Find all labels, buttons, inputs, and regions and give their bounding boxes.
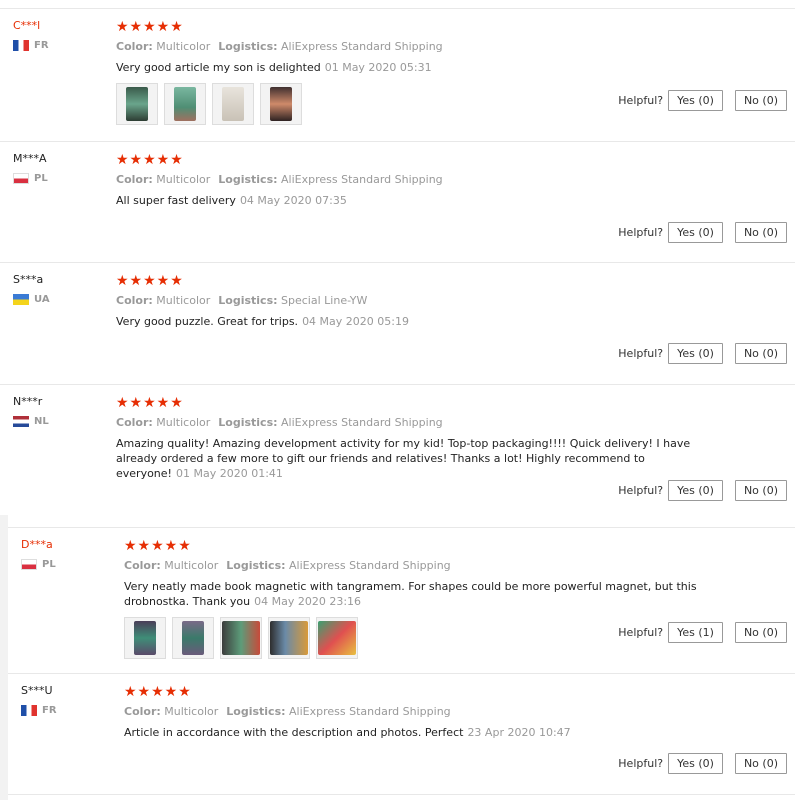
helpful-no-button[interactable]: No (0) (734, 480, 787, 501)
reviewer-country: NL (13, 416, 49, 427)
star-rating: ★★★★★ (116, 395, 184, 411)
review-meta: Color: Multicolor Logistics: AliExpress S… (116, 173, 443, 186)
review-meta: Color: Multicolor Logistics: AliExpress S… (116, 40, 443, 53)
review-meta: Color: Multicolor Logistics: Special Line… (116, 294, 368, 307)
review-text: Article in accordance with the descripti… (124, 726, 571, 739)
review-photo[interactable] (316, 617, 358, 659)
helpful-no-button[interactable]: No (0) (734, 90, 787, 111)
reviewer-name: C***l (13, 19, 41, 32)
review-photo[interactable] (172, 617, 214, 659)
review-item: S***a UA ★★★★★ Color: Multicolor Logistic… (0, 262, 795, 384)
review-date: 04 May 2020 05:19 (302, 315, 409, 328)
review-item: S***U FR ★★★★★ Color: Multicolor Logistic… (8, 673, 795, 795)
review-date: 01 May 2020 05:31 (324, 61, 432, 74)
review-date: 23 Apr 2020 10:47 (467, 726, 571, 739)
review-photo[interactable] (212, 83, 254, 125)
helpful-section: Helpful? Yes (0) No (0) (618, 343, 787, 364)
helpful-no-button[interactable]: No (0) (734, 753, 787, 774)
review-text: Amazing quality! Amazing development act… (116, 437, 691, 480)
left-gutter (0, 515, 8, 800)
review-item: M***A PL ★★★★★ Color: Multicolor Logistic… (0, 141, 795, 263)
helpful-yes-button[interactable]: Yes (1) (668, 622, 723, 643)
review-photo[interactable] (268, 617, 310, 659)
flag-icon (13, 416, 29, 427)
review-photo[interactable] (220, 617, 262, 659)
reviewer-country: FR (13, 40, 49, 51)
review-text: Very neatly made book magnetic with tang… (124, 580, 697, 608)
review-item: D***a PL ★★★★★ Color: Multicolor Logistic… (8, 527, 795, 674)
helpful-yes-button[interactable]: Yes (0) (668, 480, 723, 501)
helpful-section: Helpful? Yes (0) No (0) (618, 90, 787, 111)
helpful-section: Helpful? Yes (0) No (0) (618, 222, 787, 243)
review-text: Very good puzzle. Great for trips. 04 May… (116, 315, 409, 328)
star-rating: ★★★★★ (124, 684, 192, 700)
review-meta: Color: Multicolor Logistics: AliExpress S… (124, 705, 451, 718)
review-item: N***r NL ★★★★★ Color: Multicolor Logistic… (0, 384, 795, 515)
helpful-section: Helpful? Yes (0) No (0) (618, 753, 787, 774)
reviewer-country: UA (13, 294, 50, 305)
review-photo[interactable] (260, 83, 302, 125)
review-date: 01 May 2020 01:41 (175, 467, 283, 480)
review-photo[interactable] (164, 83, 206, 125)
review-date: 04 May 2020 07:35 (239, 194, 347, 207)
flag-icon (13, 173, 29, 184)
flag-icon (21, 559, 37, 570)
reviewer-country: PL (13, 173, 48, 184)
review-meta: Color: Multicolor Logistics: AliExpress S… (116, 416, 443, 429)
star-rating: ★★★★★ (124, 538, 192, 554)
helpful-no-button[interactable]: No (0) (734, 222, 787, 243)
review-meta: Color: Multicolor Logistics: AliExpress S… (124, 559, 451, 572)
helpful-no-button[interactable]: No (0) (734, 622, 787, 643)
reviewer-name: S***U (21, 684, 53, 697)
helpful-yes-button[interactable]: Yes (0) (668, 753, 723, 774)
flag-icon (13, 294, 29, 305)
reviewer-country: PL (21, 559, 56, 570)
reviewer-name: D***a (21, 538, 53, 551)
star-rating: ★★★★★ (116, 152, 184, 168)
review-text: All super fast delivery 04 May 2020 07:35 (116, 194, 347, 207)
flag-icon (13, 40, 29, 51)
helpful-yes-button[interactable]: Yes (0) (668, 343, 723, 364)
reviewer-country: FR (21, 705, 57, 716)
helpful-yes-button[interactable]: Yes (0) (668, 222, 723, 243)
helpful-no-button[interactable]: No (0) (734, 343, 787, 364)
review-date: 04 May 2020 23:16 (254, 595, 362, 608)
review-text: Very good article my son is delighted 01 … (116, 61, 432, 74)
review-photo[interactable] (116, 83, 158, 125)
flag-icon (21, 705, 37, 716)
review-photo[interactable] (124, 617, 166, 659)
helpful-yes-button[interactable]: Yes (0) (668, 90, 723, 111)
reviewer-name: S***a (13, 273, 44, 286)
reviewer-name: N***r (13, 395, 43, 408)
reviewer-name: M***A (13, 152, 47, 165)
review-item: C***l FR ★★★★★ Color: Multicolor Logistic… (0, 8, 795, 141)
helpful-section: Helpful? Yes (0) No (0) (618, 480, 787, 501)
helpful-section: Helpful? Yes (1) No (0) (618, 622, 787, 643)
star-rating: ★★★★★ (116, 19, 184, 35)
star-rating: ★★★★★ (116, 273, 184, 289)
